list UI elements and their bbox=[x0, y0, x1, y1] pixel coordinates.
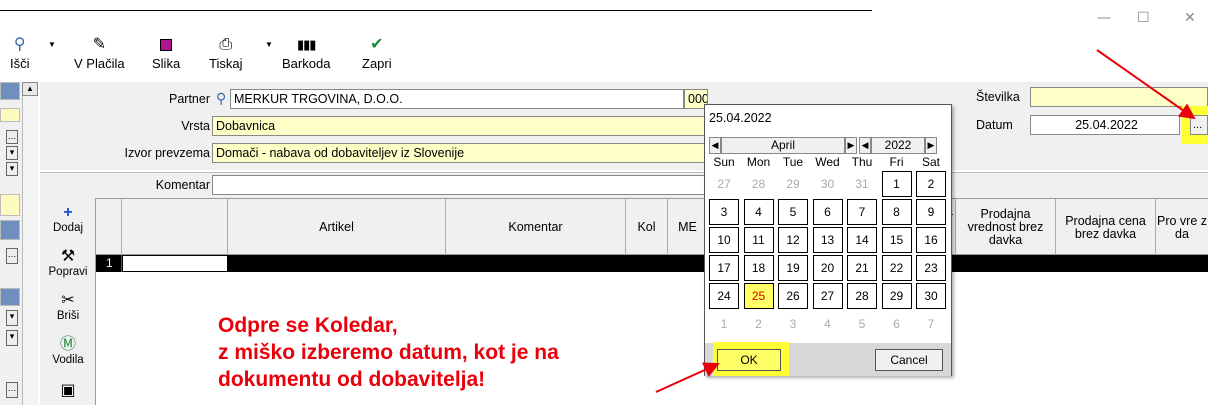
arrow-to-ok-button bbox=[655, 362, 720, 393]
annotation-arrows bbox=[655, 49, 1196, 393]
arrow-to-datum-button bbox=[1096, 49, 1196, 120]
